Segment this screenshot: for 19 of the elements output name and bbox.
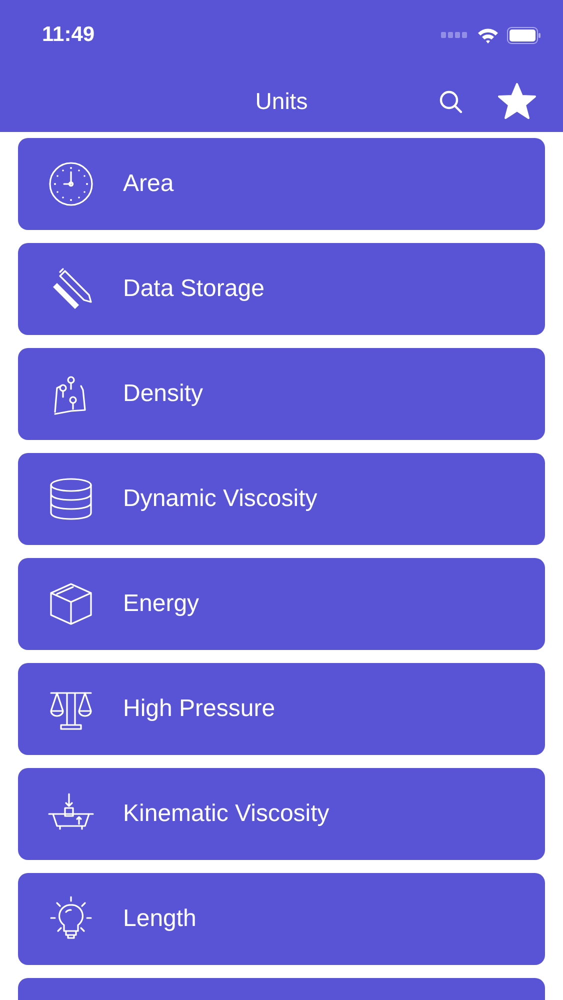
screen-title: Units (255, 86, 308, 116)
unit-category-item[interactable]: Energy (18, 558, 545, 650)
unit-category-item[interactable]: High Pressure (18, 663, 545, 755)
clock-icon (47, 160, 95, 208)
unit-category-item[interactable]: Area (18, 138, 545, 230)
favorites-button[interactable] (496, 81, 538, 121)
search-icon (438, 89, 464, 115)
database-icon (47, 475, 95, 523)
unit-category-item[interactable]: Data Storage (18, 243, 545, 335)
cube-icon (47, 580, 95, 628)
unit-category-item[interactable]: Density (18, 348, 545, 440)
unit-category-item[interactable]: Dynamic Viscosity (18, 453, 545, 545)
signal-icon (441, 32, 469, 38)
battery-icon (507, 26, 541, 44)
status-time: 11:49 (42, 22, 95, 48)
unit-category-item[interactable]: Kinematic Viscosity (18, 768, 545, 860)
star-icon (497, 82, 537, 120)
unit-category-item[interactable]: Length (18, 873, 545, 965)
wifi-icon (477, 26, 499, 44)
